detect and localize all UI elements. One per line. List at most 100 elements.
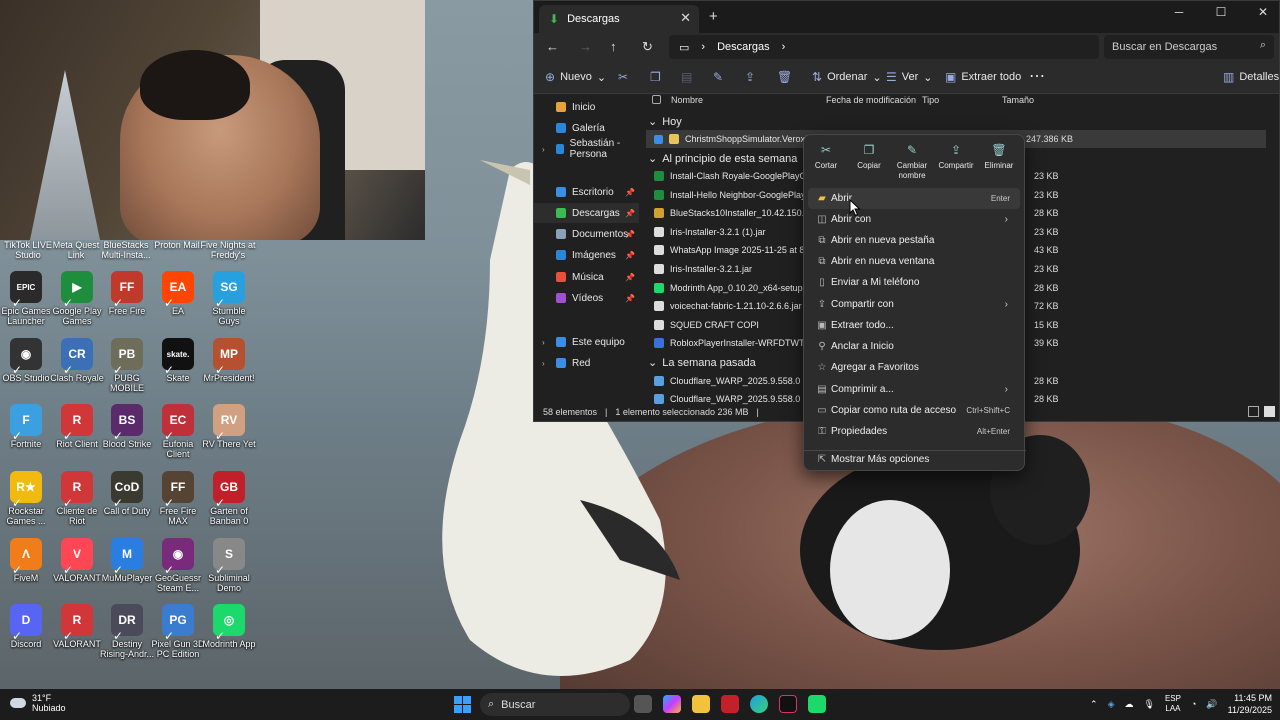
sidebar-item-inicio[interactable]: Inicio <box>534 97 639 117</box>
group-header-this-week[interactable]: ⌄ Al principio de esta semana <box>648 152 797 166</box>
close-tab-icon[interactable]: ✕ <box>680 10 691 26</box>
desktop-icon-blood-strike[interactable]: BS ✓ Blood Strike <box>99 404 155 449</box>
desktop-icon-epic-games-launcher[interactable]: EPIC ✓ Epic Games Launcher <box>0 271 54 326</box>
forward-arrow-icon[interactable]: → <box>579 39 592 54</box>
chevron-right-icon[interactable]: › <box>542 145 545 154</box>
start-button[interactable] <box>454 696 471 713</box>
tab-descargas[interactable]: ⬇ Descargas ✕ <box>539 5 699 33</box>
context-menu-item-propiedades[interactable]: ⚿ Propiedades Alt+Enter <box>808 421 1020 442</box>
desktop-icon-label-proton-mail[interactable]: Proton Mail <box>149 240 205 250</box>
pin-icon[interactable]: 📌 <box>625 188 635 197</box>
delete-button[interactable]: 🗑 <box>777 70 792 84</box>
desktop-icon-ea[interactable]: EA ✓ EA <box>150 271 206 316</box>
desktop-icon-skate[interactable]: skate. ✓ Skate <box>150 338 206 383</box>
sidebar-item-escritorio[interactable]: Escritorio 📌 <box>534 182 639 202</box>
sidebar-item-descargas[interactable]: Descargas 📌 <box>534 203 639 223</box>
sidebar-item-v-deos[interactable]: Vídeos 📌 <box>534 288 639 308</box>
details-button[interactable]: ▥ Detalles <box>1223 70 1279 84</box>
path-segment[interactable]: Descargas <box>717 41 770 53</box>
show-hidden-icons-chevron-icon[interactable]: ⌃ <box>1090 699 1098 710</box>
desktop-icon-rockstar-games[interactable]: R★ ✓ Rockstar Games ... <box>0 471 54 526</box>
desktop-icon-rv-there-yet[interactable]: RV ✓ RV There Yet <box>201 404 257 449</box>
tiktok-icon[interactable] <box>779 695 797 713</box>
desktop-icon-geoguessr-steam-e[interactable]: ◉ ✓ GeoGuessr Steam E... <box>150 538 206 593</box>
mcafee-icon[interactable] <box>721 695 739 713</box>
desktop-icon-clash-royale[interactable]: CR ✓ Clash Royale <box>49 338 105 383</box>
chevron-right-icon[interactable]: › <box>542 338 545 347</box>
pin-icon[interactable]: 📌 <box>625 273 635 282</box>
pin-icon[interactable]: 📌 <box>625 251 635 260</box>
desktop-icon-free-fire[interactable]: FF ✓ Free Fire <box>99 271 155 316</box>
select-all-checkbox[interactable] <box>652 95 661 104</box>
edge-icon[interactable] <box>750 695 768 713</box>
context-menu-item-compartir-con[interactable]: ⇪ Compartir con › <box>808 294 1020 315</box>
taskbar-search[interactable]: ⌕ Buscar <box>480 693 630 716</box>
column-type[interactable]: Tipo <box>922 95 939 105</box>
close-window-button[interactable]: ✕ <box>1248 5 1278 19</box>
desktop-icon-subliminal-demo[interactable]: S ✓ Subliminal Demo <box>201 538 257 593</box>
desktop-icon-valorant[interactable]: V ✓ VALORANT <box>49 538 105 583</box>
desktop-icon-obs-studio[interactable]: ◉ ✓ OBS Studio <box>0 338 54 383</box>
weather-widget[interactable]: 31°F Nubiado <box>10 693 66 713</box>
desktop-icon-riot-client[interactable]: R ✓ Riot Client <box>49 404 105 449</box>
desktop-icon-cliente-de-riot[interactable]: R ✓ Cliente de Riot <box>49 471 105 526</box>
sidebar-item-im-genes[interactable]: Imágenes 📌 <box>534 245 639 265</box>
pin-icon[interactable]: 📌 <box>625 294 635 303</box>
sidebar-item-galer-a[interactable]: Galería <box>534 118 639 138</box>
desktop-icon-google-play-games[interactable]: ▶ ✓ Google Play Games <box>49 271 105 326</box>
path-box[interactable]: ▭ › Descargas › <box>669 35 1099 59</box>
new-tab-button[interactable]: + <box>709 8 718 25</box>
details-view-icon[interactable] <box>1248 406 1259 417</box>
context-copiar-button[interactable]: ❐ Copiar <box>847 144 891 171</box>
copy-button[interactable]: ❐ <box>650 70 661 84</box>
group-header-today[interactable]: ⌄ Hoy <box>648 115 682 129</box>
share-button[interactable]: ⇪ <box>745 70 755 84</box>
column-name[interactable]: Nombre <box>671 95 703 105</box>
context-menu-item-agregar-a-favoritos[interactable]: ☆ Agregar a Favoritos <box>808 357 1020 378</box>
desktop-icon-stumble-guys[interactable]: SG ✓ Stumble Guys <box>201 271 257 326</box>
search-input[interactable]: Buscar en Descargas ⌕ <box>1104 35 1274 59</box>
sort-button[interactable]: ⇅ Ordenar ⌄ <box>812 70 882 84</box>
desktop-icon-valorant[interactable]: R ✓ VALORANT <box>49 604 105 649</box>
modrinth-taskbar-icon[interactable] <box>808 695 826 713</box>
desktop-icon-mrpresident[interactable]: MP ✓ MrPresident! <box>201 338 257 383</box>
desktop-icon-discord[interactable]: D ✓ Discord <box>0 604 54 649</box>
paste-button[interactable]: ▤ <box>681 70 692 84</box>
clock[interactable]: 11:45 PM 11/29/2025 <box>1228 692 1272 716</box>
sidebar-item-sebasti-n-persona[interactable]: › Sebastián - Persona <box>534 138 639 160</box>
new-button[interactable]: ⊕ Nuevo ⌄ <box>545 70 606 84</box>
desktop-icon-modrinth-app[interactable]: ◎ ✓ Modrinth App <box>201 604 257 649</box>
context-menu-item-abrir-en-nueva-pesta-a[interactable]: ⧉ Abrir en nueva pestaña <box>808 230 1020 251</box>
back-arrow-icon[interactable]: ← <box>546 39 559 54</box>
pin-icon[interactable]: 📌 <box>625 230 635 239</box>
column-size[interactable]: Tamaño <box>1002 95 1034 105</box>
refresh-icon[interactable]: ↻ <box>642 39 653 55</box>
desktop-icon-label-bluestacks-multi-insta[interactable]: BlueStacks Multi-Insta... <box>98 240 154 260</box>
context-menu-item-enviar-a-mi-tel-fono[interactable]: ▯ Enviar a Mi teléfono <box>808 272 1020 293</box>
context-menu-item-comprimir-a[interactable]: ▤ Comprimir a... › <box>808 379 1020 400</box>
extract-all-button[interactable]: ▣ Extraer todo <box>945 70 1021 84</box>
desktop-icon-label-meta-quest-link[interactable]: Meta Quest Link <box>48 240 104 260</box>
row-checkbox[interactable] <box>654 134 663 144</box>
desktop-icon-label-five-nights-at-freddy-s[interactable]: Five Nights at Freddy's <box>200 240 256 260</box>
context-menu-item-extraer-todo[interactable]: ▣ Extraer todo... <box>808 315 1020 336</box>
context-menu-item-abrir-con[interactable]: ◫ Abrir con › <box>808 209 1020 230</box>
context-menu-item-copiar-como-ruta-de-acceso[interactable]: ▭ Copiar como ruta de acceso Ctrl+Shift+C <box>808 400 1020 421</box>
context-menu-item-mostrar-m-s-opciones[interactable]: ⇱ Mostrar Más opciones <box>808 449 1020 470</box>
more-options-button[interactable]: ⋯ <box>1029 66 1045 86</box>
microphone-icon[interactable]: 🎙 <box>1144 699 1155 710</box>
column-date[interactable]: Fecha de modificación <box>826 95 916 105</box>
desktop-icon-garten-of-banban-0[interactable]: GB ✓ Garten of Banban 0 <box>201 471 257 526</box>
context-cortar-button[interactable]: ✂ Cortar <box>804 144 848 171</box>
view-button[interactable]: ☰ Ver ⌄ <box>886 70 933 84</box>
context-eliminar-button[interactable]: 🗑 Eliminar <box>977 144 1021 171</box>
volume-icon[interactable]: 🔊 <box>1206 699 1217 710</box>
desktop-icon-mumuplayer[interactable]: M ✓ MuMuPlayer <box>99 538 155 583</box>
maximize-button[interactable]: ☐ <box>1206 5 1236 19</box>
rename-button[interactable]: ✎ <box>713 70 723 84</box>
onedrive-icon[interactable]: ☁ <box>1125 699 1134 710</box>
context-menu-item-anclar-a-inicio[interactable]: ⚲ Anclar a Inicio <box>808 336 1020 357</box>
chevron-right-icon[interactable]: › <box>542 359 545 368</box>
desktop-icon-pubg-mobile[interactable]: PB ✓ PUBG MOBILE <box>99 338 155 393</box>
context-menu-item-abrir[interactable]: ▰ Abrir Enter <box>808 188 1020 209</box>
